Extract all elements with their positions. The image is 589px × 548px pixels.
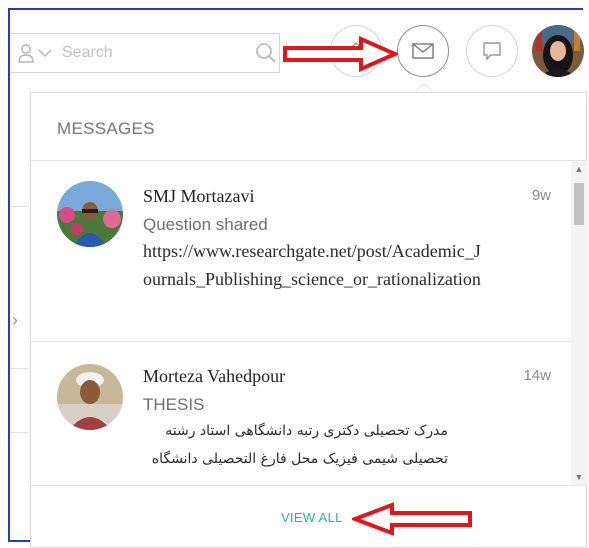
message-subtitle: THESIS <box>143 395 205 414</box>
sender-avatar[interactable] <box>57 181 123 247</box>
notifications-button[interactable] <box>466 25 518 77</box>
page-frame-top <box>8 8 583 10</box>
scrollbar-thumb[interactable] <box>574 183 584 225</box>
messages-dropdown: MESSAGES SMJ Mortazavi 9w Question share… <box>30 92 587 548</box>
scrollbar[interactable]: ▲ ▼ <box>571 161 587 485</box>
sender-name: Morteza Vahedpour <box>143 366 286 386</box>
messages-button[interactable] <box>397 25 449 77</box>
page-frame-left <box>8 8 10 542</box>
sender-avatar[interactable] <box>57 364 123 430</box>
message-subtitle: Question shared <box>143 215 268 234</box>
messages-list: SMJ Mortazavi 9w Question shared https:/… <box>31 161 571 485</box>
envelope-icon <box>412 43 434 59</box>
message-time: 14w <box>523 367 551 384</box>
search-icon[interactable] <box>255 42 277 64</box>
annotation-arrow-left <box>352 502 472 536</box>
sender-name: SMJ Mortazavi <box>143 186 255 206</box>
view-all-link[interactable]: VIEW ALL <box>281 510 343 525</box>
user-avatar[interactable] <box>532 25 584 77</box>
search-bar <box>10 33 280 73</box>
background-divider <box>10 432 28 433</box>
message-body: مدرک تحصیلی دکتری رتبه دانشگاهی استاد رش… <box>151 423 448 467</box>
messages-header: MESSAGES <box>31 93 586 161</box>
background-divider <box>10 206 28 207</box>
messages-footer: VIEW ALL <box>31 485 586 547</box>
message-time: 9w <box>531 187 551 204</box>
speech-bubble-icon <box>483 42 501 61</box>
search-input[interactable] <box>60 43 244 63</box>
messages-title: MESSAGES <box>57 119 155 138</box>
scroll-up-icon[interactable]: ▲ <box>571 161 587 177</box>
scroll-down-icon[interactable]: ▼ <box>571 469 587 485</box>
person-icon[interactable] <box>18 43 34 63</box>
chevron-right-icon[interactable]: › <box>12 310 18 331</box>
message-item[interactable]: SMJ Mortazavi 9w Question shared https:/… <box>31 161 571 341</box>
background-divider <box>10 368 28 369</box>
chevron-down-icon[interactable] <box>38 48 52 58</box>
message-body: https://www.researchgate.net/post/Academ… <box>143 241 481 289</box>
annotation-arrow-right <box>283 36 398 72</box>
message-item[interactable]: Morteza Vahedpour 14w THESIS مدرک تحصیلی… <box>31 342 571 485</box>
